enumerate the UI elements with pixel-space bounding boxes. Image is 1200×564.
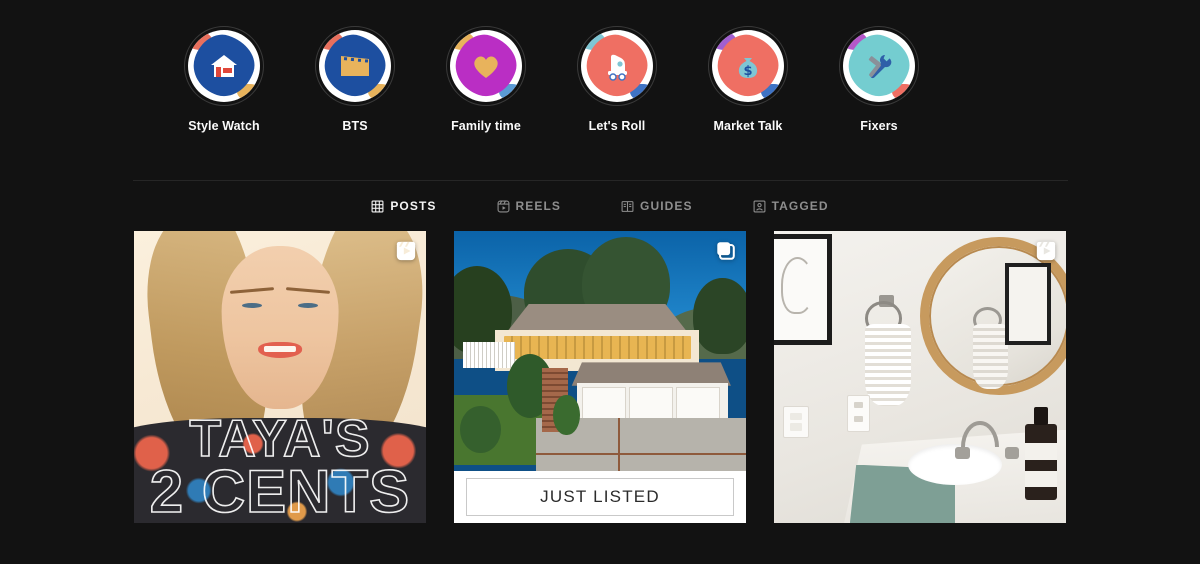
story-highlight-ring[interactable] (446, 26, 526, 106)
story-highlight-label: Family time (451, 119, 521, 133)
tab-label: POSTS (390, 199, 437, 213)
story-highlights-row: Style Watch BTS Family time Let's Roll $… (0, 0, 1200, 133)
house-icon (188, 30, 260, 102)
book-icon (621, 200, 634, 213)
tab-label: REELS (515, 199, 562, 213)
post-grid: TAYA'S 2 CENTS JUST LISTED (134, 231, 1066, 523)
reels-icon (497, 200, 510, 213)
carousel-icon (715, 240, 737, 262)
roller-skate-icon (581, 30, 653, 102)
story-highlight-label: Let's Roll (588, 119, 646, 133)
post-tile-1[interactable]: TAYA'S 2 CENTS (134, 231, 426, 523)
instagram-profile-page: Style Watch BTS Family time Let's Roll $… (0, 0, 1200, 564)
money-bag-icon: $ (712, 30, 784, 102)
story-highlight-ring[interactable] (577, 26, 657, 106)
post-tile-2[interactable]: JUST LISTED (454, 231, 746, 523)
tab-reels[interactable]: REELS (497, 181, 562, 226)
svg-text:$: $ (743, 64, 752, 79)
story-highlight-bts[interactable]: BTS (315, 26, 395, 133)
tab-guides[interactable]: GUIDES (621, 181, 693, 226)
story-highlight-ring[interactable] (315, 26, 395, 106)
heart-icon (450, 30, 522, 102)
story-highlight-lets-roll[interactable]: Let's Roll (577, 26, 657, 133)
post-banner: JUST LISTED (454, 471, 746, 523)
post-tile-3[interactable] (774, 231, 1066, 523)
story-highlight-label: Style Watch (188, 119, 260, 133)
tab-label: TAGGED (771, 199, 829, 213)
story-highlight-ring[interactable]: $ (708, 26, 788, 106)
story-highlight-family-time[interactable]: Family time (446, 26, 526, 133)
reels-icon (395, 240, 417, 262)
story-highlight-label: Fixers (860, 119, 898, 133)
story-highlight-style-watch[interactable]: Style Watch (184, 26, 264, 133)
clapperboard-icon (319, 30, 391, 102)
reels-icon (1035, 240, 1057, 262)
story-highlight-market-talk[interactable]: $ Market Talk (708, 26, 788, 133)
hammer-wrench-icon (843, 30, 915, 102)
story-highlight-ring[interactable] (839, 26, 919, 106)
grid-icon (371, 200, 384, 213)
post-overlay-text: TAYA'S 2 CENTS (134, 409, 426, 523)
story-highlight-fixers[interactable]: Fixers (839, 26, 919, 133)
post-overlay-line1: TAYA'S (189, 409, 371, 468)
tab-posts[interactable]: POSTS (371, 181, 436, 226)
tab-tagged[interactable]: TAGGED (753, 181, 829, 226)
story-highlight-ring[interactable] (184, 26, 264, 106)
tagged-person-icon (753, 200, 766, 213)
story-highlight-label: BTS (342, 119, 368, 133)
post-overlay-line2: 2 CENTS (149, 457, 411, 523)
post-banner-text: JUST LISTED (526, 487, 674, 507)
tab-label: GUIDES (640, 199, 693, 213)
profile-tab-bar: POSTS REELS GUIDES TAGGED (132, 180, 1068, 226)
story-highlight-label: Market Talk (713, 119, 783, 133)
